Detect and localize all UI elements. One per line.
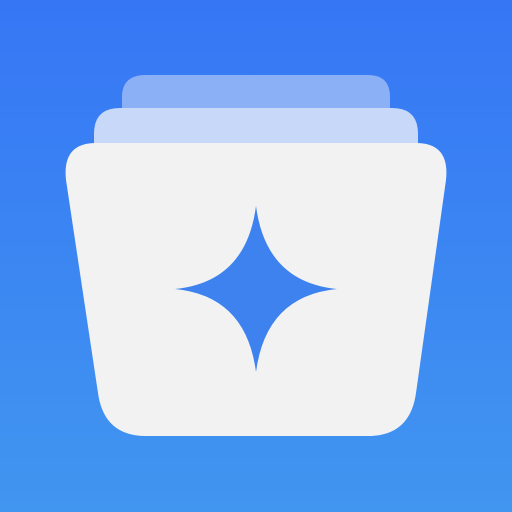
- app-icon-artwork: [0, 0, 512, 512]
- app-icon: [0, 0, 512, 512]
